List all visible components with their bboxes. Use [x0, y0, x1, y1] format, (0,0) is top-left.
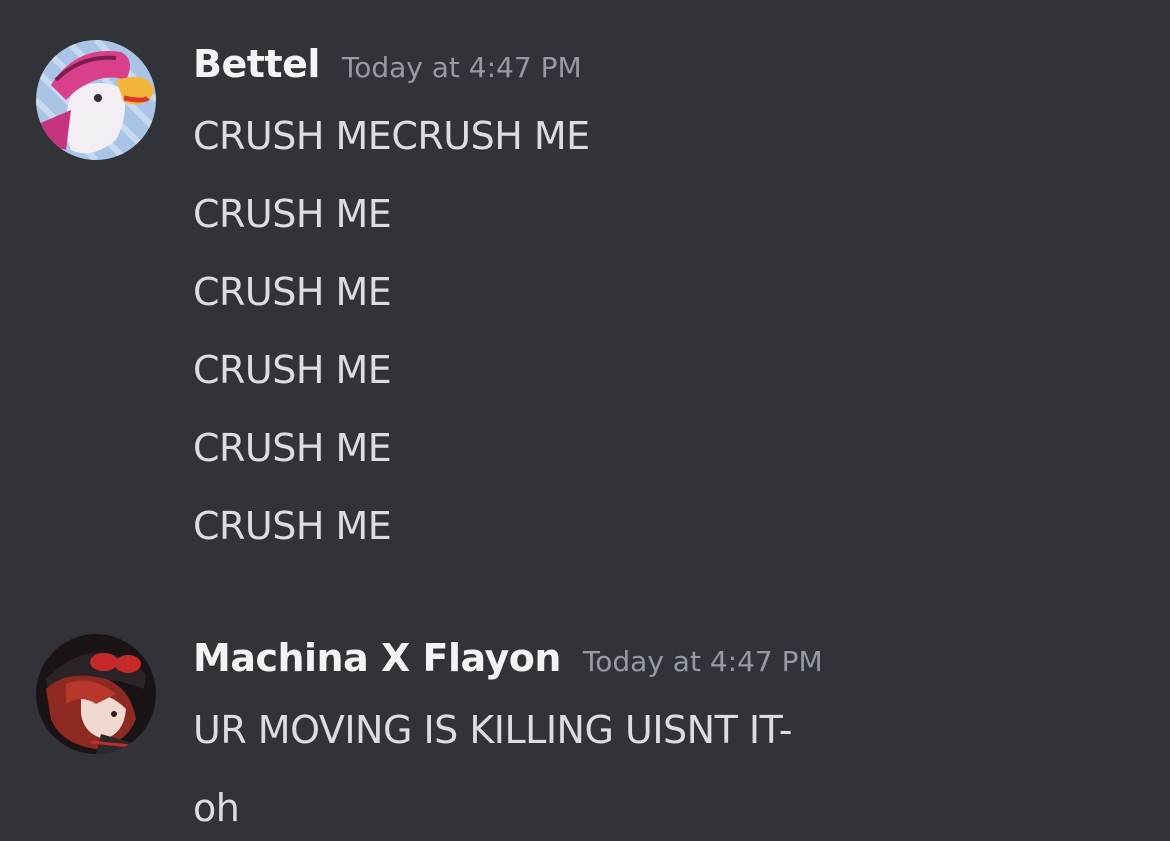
message-line: UR MOVING IS KILLING UISNT IT-: [193, 708, 793, 752]
author-name[interactable]: Machina X Flayon: [193, 636, 561, 680]
message-line: oh: [193, 786, 240, 830]
message-line: CRUSH ME: [193, 348, 392, 392]
message-line: CRUSH MECRUSH ME: [193, 114, 590, 158]
red-hair-character-avatar-icon[interactable]: [36, 634, 156, 754]
author-name[interactable]: Bettel: [193, 42, 320, 86]
message-line: CRUSH ME: [193, 270, 392, 314]
message-timestamp[interactable]: Today at 4:47 PM: [583, 645, 823, 678]
message-line: CRUSH ME: [193, 426, 392, 470]
message-line: CRUSH ME: [193, 504, 392, 548]
message-timestamp[interactable]: Today at 4:47 PM: [342, 51, 582, 84]
message-line: CRUSH ME: [193, 192, 392, 236]
message-header: Machina X Flayon Today at 4:47 PM: [193, 636, 823, 680]
chat-messages: Bettel Today at 4:47 PM CRUSH MECRUSH ME …: [0, 0, 1170, 841]
goose-avatar-icon[interactable]: [36, 40, 156, 160]
message-header: Bettel Today at 4:47 PM: [193, 42, 582, 86]
